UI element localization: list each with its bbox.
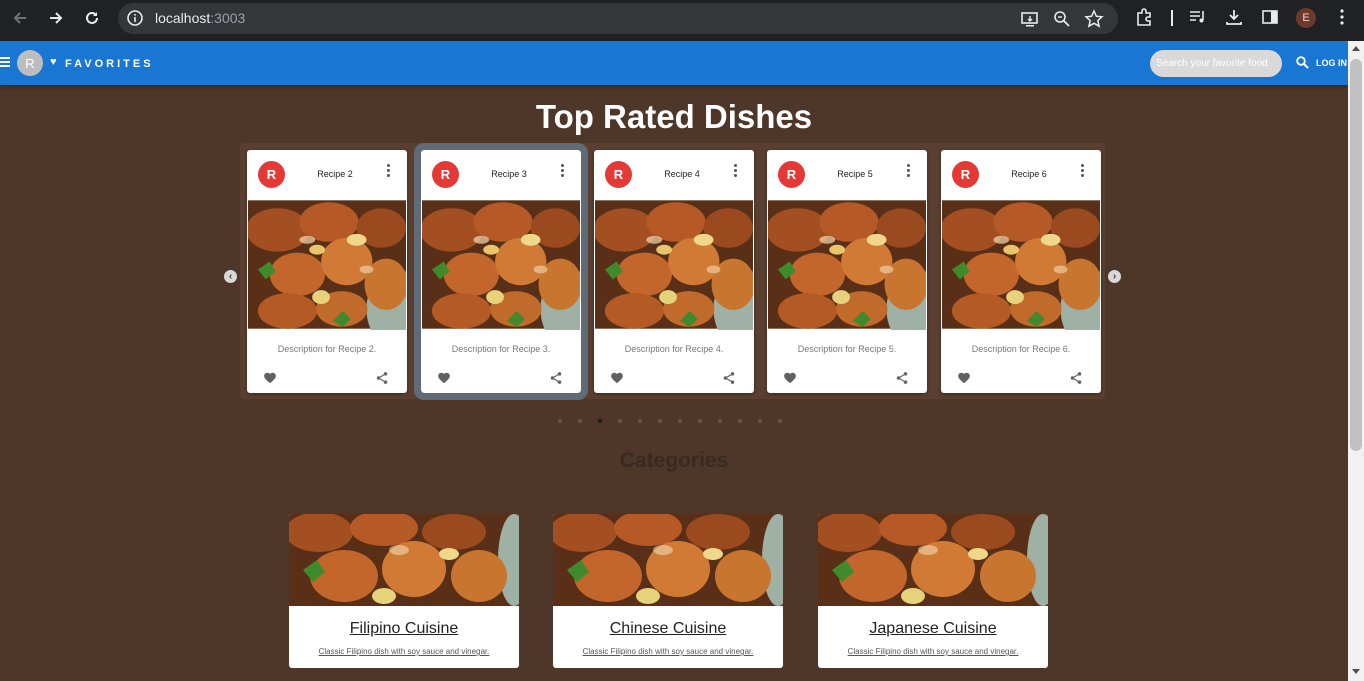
share-icon[interactable] xyxy=(722,371,736,385)
recipe-card[interactable]: R Recipe 2 Description for Recipe 2. xyxy=(247,150,407,393)
recipe-title: Recipe 2 xyxy=(317,169,353,179)
heart-icon: ♥ xyxy=(50,56,57,68)
search-icon[interactable] xyxy=(1296,56,1309,69)
more-options-icon[interactable] xyxy=(907,164,911,179)
favorite-heart-icon[interactable] xyxy=(957,371,971,385)
more-options-icon[interactable] xyxy=(561,164,565,179)
category-title[interactable]: Chinese Cuisine xyxy=(553,620,783,638)
recipe-title: Recipe 3 xyxy=(491,169,527,179)
more-options-icon[interactable] xyxy=(387,164,391,179)
back-icon[interactable] xyxy=(8,6,32,30)
search-input[interactable] xyxy=(1150,50,1282,77)
recipe-description: Description for Recipe 3. xyxy=(451,344,551,354)
scroll-thumb[interactable] xyxy=(1350,59,1362,451)
carousel-dot[interactable] xyxy=(698,419,702,423)
carousel-dot[interactable] xyxy=(758,419,762,423)
forward-icon[interactable] xyxy=(44,6,68,30)
url-text: localhost:3003 xyxy=(155,10,246,26)
toolbar-separator xyxy=(1171,10,1173,26)
category-image xyxy=(553,514,783,606)
category-card[interactable]: Filipino Cuisine Classic Filipino dish w… xyxy=(289,514,519,668)
favorite-heart-icon[interactable] xyxy=(610,371,624,385)
recipe-card[interactable]: R Recipe 6 Description for Recipe 6. xyxy=(941,150,1101,393)
browser-toolbar: localhost:3003 E xyxy=(0,0,1364,41)
recipe-avatar: R xyxy=(258,161,285,188)
install-app-icon[interactable] xyxy=(1020,9,1040,29)
category-title[interactable]: Japanese Cuisine xyxy=(818,620,1048,638)
scroll-down-arrow[interactable] xyxy=(1352,669,1360,674)
recipe-image xyxy=(942,199,1100,330)
category-description[interactable]: Classic Filipino dish with soy sauce and… xyxy=(553,647,783,656)
recipe-title: Recipe 5 xyxy=(837,169,873,179)
reload-icon[interactable] xyxy=(80,6,104,30)
carousel-dot[interactable] xyxy=(618,419,622,423)
media-control-icon[interactable] xyxy=(1188,7,1210,29)
favorite-heart-icon[interactable] xyxy=(263,371,277,385)
recipe-card[interactable]: R Recipe 4 Description for Recipe 4. xyxy=(594,150,754,393)
recipe-image xyxy=(595,199,753,330)
category-image xyxy=(289,514,519,606)
category-card[interactable]: Chinese Cuisine Classic Filipino dish wi… xyxy=(553,514,783,668)
recipe-description: Description for Recipe 5. xyxy=(797,344,897,354)
recipe-description: Description for Recipe 2. xyxy=(277,344,377,354)
carousel-prev-button[interactable]: ‹ xyxy=(224,270,237,283)
recipe-image xyxy=(248,199,406,330)
recipe-image xyxy=(422,199,580,330)
address-bar[interactable]: localhost:3003 xyxy=(118,3,1118,34)
recipe-title: Recipe 4 xyxy=(664,169,700,179)
category-title[interactable]: Filipino Cuisine xyxy=(289,620,519,638)
more-options-icon[interactable] xyxy=(1081,164,1085,179)
category-image xyxy=(818,514,1048,606)
more-options-icon[interactable] xyxy=(734,164,738,179)
recipe-description: Description for Recipe 4. xyxy=(624,344,724,354)
recipe-image xyxy=(768,199,926,330)
carousel-dot[interactable] xyxy=(738,419,742,423)
carousel-dot[interactable] xyxy=(678,419,682,423)
side-panel-icon[interactable] xyxy=(1260,7,1282,29)
page-title: Top Rated Dishes xyxy=(535,98,813,135)
browser-menu-icon[interactable] xyxy=(1332,7,1354,29)
recipe-avatar: R xyxy=(432,161,459,188)
site-info-icon[interactable] xyxy=(126,9,144,27)
recipe-avatar: R xyxy=(778,161,805,188)
recipe-card[interactable]: R Recipe 3 Description for Recipe 3. xyxy=(414,143,588,400)
page-scrollbar[interactable] xyxy=(1348,41,1364,681)
zoom-icon[interactable] xyxy=(1052,9,1072,29)
carousel-dot[interactable] xyxy=(578,419,582,423)
login-button[interactable]: LOG IN xyxy=(1316,58,1347,68)
favorite-heart-icon[interactable] xyxy=(783,371,797,385)
category-description[interactable]: Classic Filipino dish with soy sauce and… xyxy=(818,647,1048,656)
app-bar: R ♥ FAVORITES LOG IN xyxy=(0,41,1348,85)
share-icon[interactable] xyxy=(1069,371,1083,385)
menu-icon[interactable] xyxy=(0,57,10,67)
profile-avatar[interactable]: E xyxy=(1296,8,1316,28)
carousel-dots xyxy=(558,419,782,423)
share-icon[interactable] xyxy=(549,371,563,385)
recipe-avatar: R xyxy=(605,161,632,188)
carousel-next-button[interactable]: › xyxy=(1108,270,1121,283)
app-avatar[interactable]: R xyxy=(17,50,43,76)
bookmark-star-icon[interactable] xyxy=(1084,9,1104,29)
recipe-description: Description for Recipe 6. xyxy=(971,344,1071,354)
download-icon[interactable] xyxy=(1224,7,1246,29)
carousel-dot[interactable] xyxy=(778,419,782,423)
category-card[interactable]: Japanese Cuisine Classic Filipino dish w… xyxy=(818,514,1048,668)
categories-heading: Categories xyxy=(619,449,729,472)
carousel-dot[interactable] xyxy=(598,419,602,423)
carousel-dot[interactable] xyxy=(638,419,642,423)
extensions-icon[interactable] xyxy=(1134,7,1156,29)
carousel-dot[interactable] xyxy=(558,419,562,423)
carousel-dot[interactable] xyxy=(658,419,662,423)
recipe-card[interactable]: R Recipe 5 Description for Recipe 5. xyxy=(767,150,927,393)
favorite-heart-icon[interactable] xyxy=(437,371,451,385)
favorites-link[interactable]: FAVORITES xyxy=(65,58,154,70)
scroll-up-arrow[interactable] xyxy=(1352,46,1360,51)
category-description[interactable]: Classic Filipino dish with soy sauce and… xyxy=(289,647,519,656)
recipe-avatar: R xyxy=(952,161,979,188)
carousel-dot[interactable] xyxy=(718,419,722,423)
share-icon[interactable] xyxy=(895,371,909,385)
share-icon[interactable] xyxy=(375,371,389,385)
recipe-title: Recipe 6 xyxy=(1011,169,1047,179)
